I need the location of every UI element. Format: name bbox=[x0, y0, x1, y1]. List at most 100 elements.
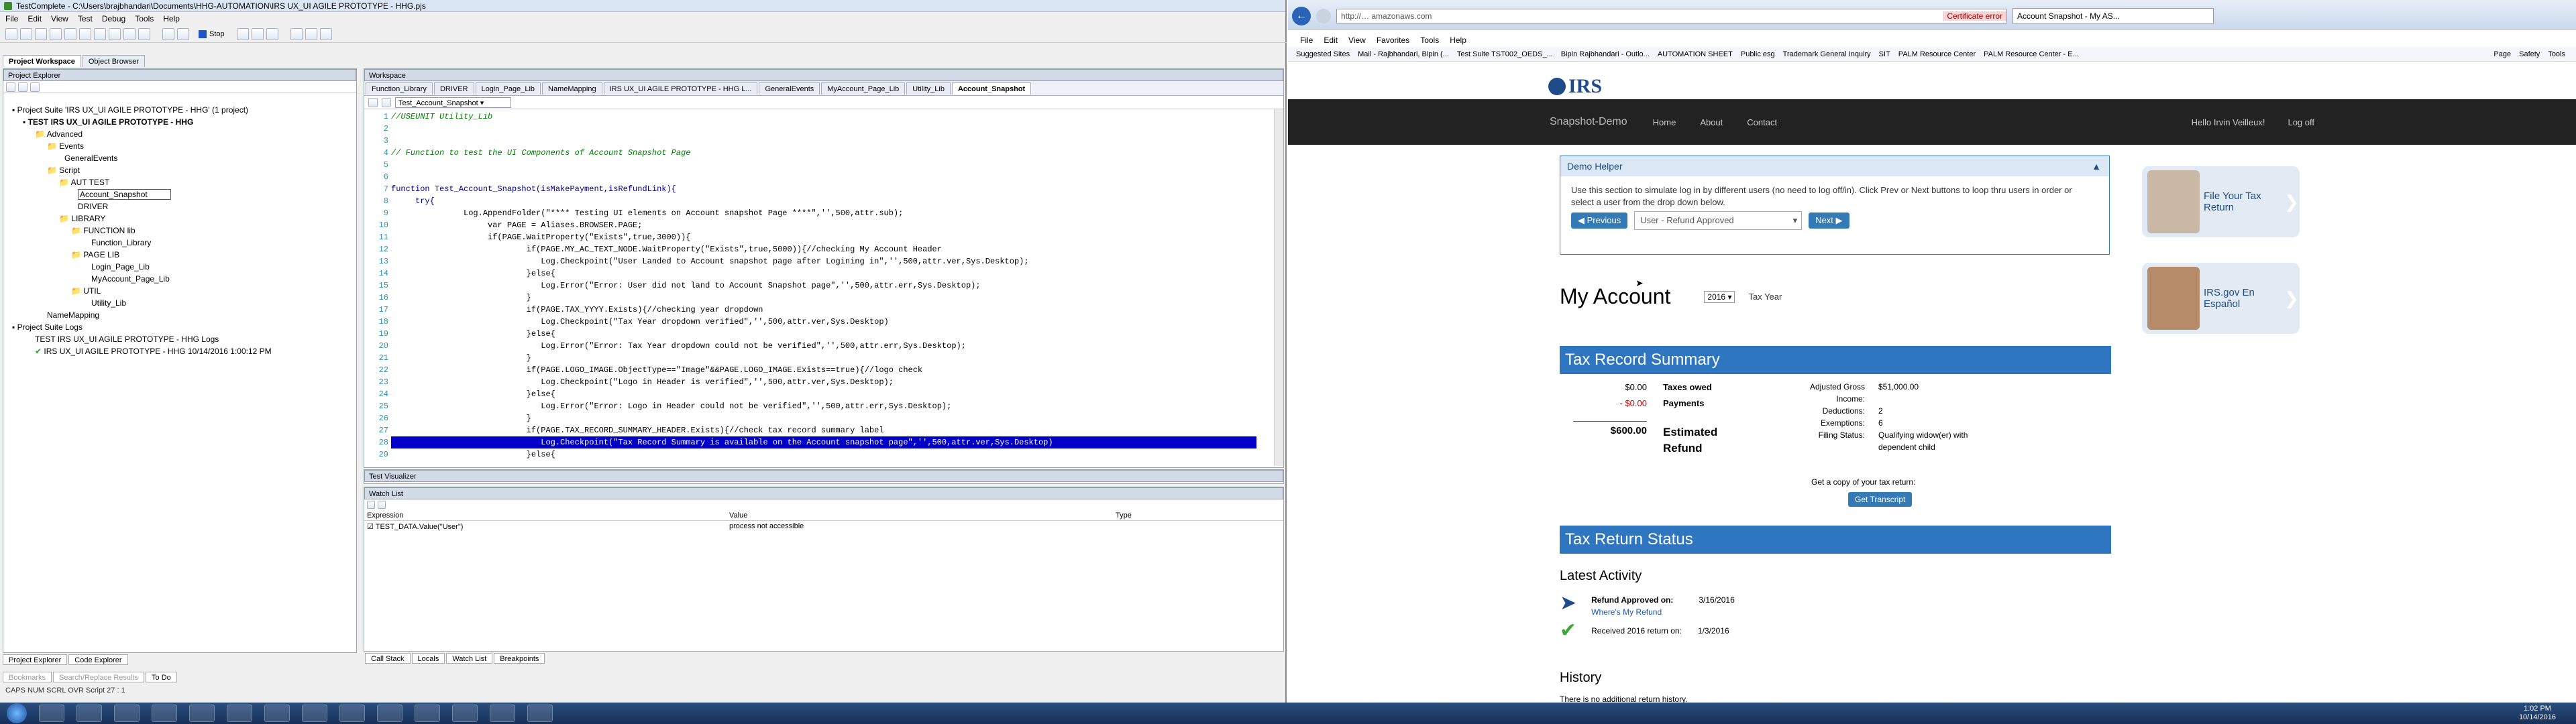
greeting[interactable]: Hello Irvin Veilleux! bbox=[2192, 117, 2265, 127]
tab-function-library[interactable]: Function_Library bbox=[366, 82, 433, 95]
tab-code-explorer[interactable]: Code Explorer bbox=[68, 654, 128, 665]
tree-item[interactable]: ▪ TEST IRS UX_UI AGILE PROTOTYPE - HHG bbox=[5, 116, 354, 128]
fav-item[interactable]: Bipin Rajbhandari - Outlo... bbox=[1561, 50, 1650, 58]
tab-namemapping[interactable]: NameMapping bbox=[542, 82, 602, 95]
tree-item[interactable]: 📁 PAGE LIB bbox=[5, 249, 354, 261]
folder-taskbar-icon[interactable] bbox=[339, 705, 365, 722]
record-icon[interactable] bbox=[236, 27, 249, 40]
fav-item[interactable]: PALM Resource Center bbox=[1898, 50, 1976, 58]
tab-logs[interactable]: IRS UX_UI AGILE PROTOTYPE - HHG L... bbox=[603, 82, 758, 95]
ie-menu-file[interactable]: File bbox=[1300, 36, 1313, 45]
tab-todo[interactable]: To Do bbox=[146, 672, 177, 682]
layout2-icon[interactable] bbox=[305, 27, 317, 40]
next-button[interactable]: Next ▶ bbox=[1809, 213, 1849, 229]
app5-taskbar-icon[interactable] bbox=[415, 705, 440, 722]
run-icon[interactable] bbox=[162, 27, 174, 40]
watch-remove-icon[interactable] bbox=[378, 501, 386, 509]
watch-row[interactable]: ☑ TEST_DATA.Value("User") process not ac… bbox=[364, 521, 1283, 532]
word-taskbar-icon[interactable] bbox=[227, 705, 252, 722]
app1-taskbar-icon[interactable] bbox=[152, 705, 177, 722]
tab-account-snapshot[interactable]: Account_Snapshot bbox=[951, 82, 1032, 95]
copy-icon[interactable] bbox=[79, 27, 91, 40]
paste-icon[interactable] bbox=[94, 27, 106, 40]
user-select[interactable]: User - Refund Approved ▾ bbox=[1634, 211, 1803, 230]
tab-breakpoints[interactable]: Breakpoints bbox=[494, 653, 545, 664]
editor-tool2-icon[interactable] bbox=[382, 97, 391, 107]
explorer-taskbar-icon[interactable] bbox=[76, 705, 102, 722]
forward-icon[interactable] bbox=[1316, 8, 1331, 23]
fav-item[interactable]: PALM Resource Center - E... bbox=[1984, 50, 2079, 58]
editor-scrollbar[interactable] bbox=[1274, 109, 1283, 466]
app2-taskbar-icon[interactable] bbox=[189, 705, 215, 722]
tab-call-stack[interactable]: Call Stack bbox=[365, 653, 411, 664]
previous-button[interactable]: ◀ Previous bbox=[1571, 213, 1628, 229]
menu-edit[interactable]: Edit bbox=[28, 14, 42, 23]
tab-driver[interactable]: DRIVER bbox=[433, 82, 474, 95]
menu-test[interactable]: Test bbox=[78, 14, 93, 23]
ie-taskbar-icon[interactable] bbox=[39, 705, 64, 722]
step-over-icon[interactable] bbox=[266, 27, 278, 40]
tab-bookmarks[interactable]: Bookmarks bbox=[3, 672, 52, 682]
tree-item[interactable]: Login_Page_Lib bbox=[5, 261, 354, 273]
nav-about[interactable]: About bbox=[1700, 117, 1723, 127]
irs-logo[interactable]: IRS bbox=[1548, 75, 1602, 98]
fav-item[interactable]: AUTOMATION SHEET bbox=[1658, 50, 1733, 58]
tree-item[interactable]: GeneralEvents bbox=[5, 152, 354, 164]
undo-icon[interactable] bbox=[109, 27, 121, 40]
tree-item[interactable]: ▪ Project Suite Logs bbox=[5, 321, 354, 333]
tab-locals[interactable]: Locals bbox=[411, 653, 445, 664]
cert-error[interactable]: Certificate error bbox=[1943, 11, 2006, 21]
logoff[interactable]: Log off bbox=[2288, 117, 2314, 127]
cmd-safety[interactable]: Safety bbox=[2519, 50, 2540, 58]
tree-item-selected[interactable]: Account_Snapshot bbox=[5, 188, 354, 200]
tree-item[interactable]: ▪ Project Suite 'IRS UX_UI AGILE PROTOTY… bbox=[5, 104, 354, 116]
ie-tab[interactable]: Account Snapshot - My AS... bbox=[2012, 7, 2214, 24]
stop-button[interactable]: Stop bbox=[199, 29, 225, 38]
save-all-icon[interactable] bbox=[50, 27, 62, 40]
cut-icon[interactable] bbox=[64, 27, 76, 40]
nav-home[interactable]: Home bbox=[1653, 117, 1676, 127]
pause-icon[interactable] bbox=[177, 27, 189, 40]
redo-icon[interactable] bbox=[123, 27, 136, 40]
demo-header[interactable]: Demo Helper ▲ bbox=[1560, 156, 2109, 176]
fav-item[interactable]: Public esg bbox=[1741, 50, 1775, 58]
back-icon[interactable]: ← bbox=[1292, 6, 1311, 25]
pdf-taskbar-icon[interactable] bbox=[302, 705, 327, 722]
ie-menu-help[interactable]: Help bbox=[1450, 36, 1466, 45]
chevron-up-icon[interactable]: ▲ bbox=[2092, 156, 2101, 176]
tree-item[interactable]: 📁 Advanced bbox=[5, 128, 354, 140]
tree-item[interactable]: ✔ IRS UX_UI AGILE PROTOTYPE - HHG 10/14/… bbox=[5, 345, 354, 357]
watch-add-icon[interactable] bbox=[367, 501, 375, 509]
tree-item[interactable]: 📁 UTIL bbox=[5, 285, 354, 297]
brand[interactable]: Snapshot-Demo bbox=[1550, 116, 1627, 128]
pe-tool3-icon[interactable] bbox=[30, 82, 40, 92]
editor-tool-icon[interactable] bbox=[368, 97, 378, 107]
ie-menu-tools[interactable]: Tools bbox=[1420, 36, 1439, 45]
get-transcript-button[interactable]: Get Transcript bbox=[1848, 492, 1913, 507]
tab-generalevents[interactable]: GeneralEvents bbox=[759, 82, 820, 95]
chrome-taskbar-icon[interactable] bbox=[114, 705, 140, 722]
wheres-my-refund-link[interactable]: Where's My Refund bbox=[1591, 607, 1662, 617]
menu-file[interactable]: File bbox=[5, 14, 18, 23]
espanol-ad[interactable]: IRS.gov En Español ❯ bbox=[2142, 263, 2300, 334]
pe-tool1-icon[interactable] bbox=[6, 82, 15, 92]
fav-item[interactable]: Suggested Sites bbox=[1296, 50, 1350, 58]
pe-tool2-icon[interactable] bbox=[18, 82, 28, 92]
tree-item[interactable]: 📁 Events bbox=[5, 140, 354, 152]
test-visualizer-header[interactable]: Test Visualizer bbox=[364, 470, 1283, 482]
start-button[interactable] bbox=[7, 703, 27, 723]
tab-project-workspace[interactable]: Project Workspace bbox=[3, 55, 81, 67]
tree-item[interactable]: NameMapping bbox=[5, 309, 354, 321]
app4-taskbar-icon[interactable] bbox=[377, 705, 402, 722]
tree-item[interactable]: Utility_Lib bbox=[5, 297, 354, 309]
tree-item[interactable]: 📁 AUT TEST bbox=[5, 176, 354, 188]
routine-dropdown[interactable]: Test_Account_Snapshot ▾ bbox=[395, 97, 512, 108]
testcomplete-taskbar-icon[interactable] bbox=[490, 705, 515, 722]
fav-item[interactable]: Test Suite TST002_OEDS_... bbox=[1457, 50, 1553, 58]
tree-item[interactable]: 📁 LIBRARY bbox=[5, 213, 354, 225]
app6-taskbar-icon[interactable] bbox=[527, 705, 553, 722]
tab-search-results[interactable]: Search/Replace Results bbox=[53, 672, 145, 682]
cmd-page[interactable]: Page bbox=[2493, 50, 2511, 58]
clock[interactable]: 1:02 PM 10/14/2016 bbox=[2519, 705, 2556, 722]
tree-item[interactable]: MyAccount_Page_Lib bbox=[5, 273, 354, 285]
